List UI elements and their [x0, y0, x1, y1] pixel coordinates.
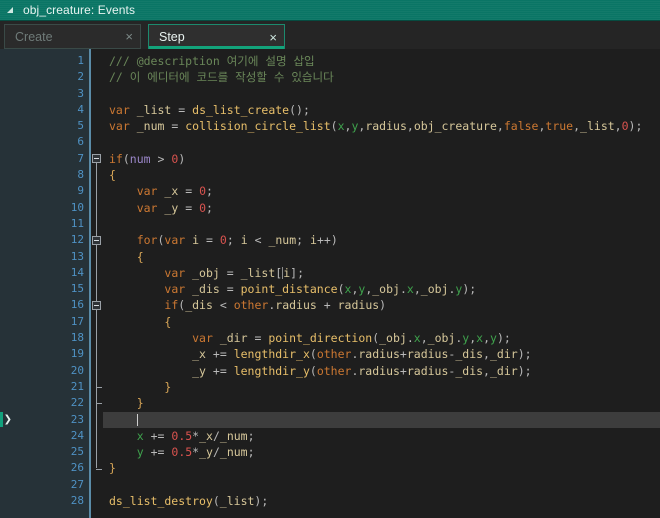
- code-line[interactable]: {: [103, 167, 660, 183]
- line-number: 23: [12, 412, 89, 428]
- line-number: 2: [12, 69, 89, 85]
- tab-step-label: Step: [159, 30, 185, 44]
- line-number: 13: [12, 249, 89, 265]
- tab-create-close-icon[interactable]: ×: [125, 30, 133, 43]
- line-number: 10: [12, 200, 89, 216]
- line-number: 19: [12, 346, 89, 362]
- window-title: obj_creature: Events: [23, 3, 135, 17]
- line-number: 12: [12, 232, 89, 248]
- code-line[interactable]: if(num > 0): [103, 151, 660, 167]
- line-number: 1: [12, 53, 89, 69]
- code-line[interactable]: /// @description 여기에 설명 삽입: [103, 53, 660, 69]
- code-line[interactable]: [103, 216, 660, 232]
- line-number: 5: [12, 118, 89, 134]
- chevron-right-icon: ❯: [4, 415, 12, 425]
- code-fold-column[interactable]: [91, 49, 103, 518]
- fold-guide-end: [96, 469, 102, 470]
- line-number: 17: [12, 314, 89, 330]
- fold-collapse-icon[interactable]: [92, 301, 101, 310]
- line-number: 24: [12, 428, 89, 444]
- code-editor-window: obj_creature: Events Create × Step × ❯ 1…: [0, 0, 660, 518]
- code-line[interactable]: }: [103, 395, 660, 411]
- current-line-bar: [0, 412, 3, 427]
- line-number: 20: [12, 363, 89, 379]
- line-number: 26: [12, 460, 89, 476]
- code-line[interactable]: [103, 134, 660, 150]
- line-number: 7: [12, 151, 89, 167]
- code-line[interactable]: [103, 477, 660, 493]
- code-editor-area[interactable]: ❯ 12345678910111213141516171819202122232…: [0, 49, 660, 518]
- code-line[interactable]: [103, 86, 660, 102]
- fold-guide-line: [96, 306, 97, 388]
- line-number: 25: [12, 444, 89, 460]
- tab-create[interactable]: Create ×: [4, 24, 141, 49]
- line-number: 11: [12, 216, 89, 232]
- line-number: 22: [12, 395, 89, 411]
- tab-create-label: Create: [15, 30, 53, 44]
- line-number: 21: [12, 379, 89, 395]
- triangle-collapse-icon[interactable]: [6, 4, 18, 16]
- line-number: 6: [12, 134, 89, 150]
- code-line[interactable]: _x += lengthdir_x(other.radius+radius-_d…: [103, 346, 660, 362]
- code-line[interactable]: x += 0.5*_x/_num;: [103, 428, 660, 444]
- code-line[interactable]: var _dis = point_distance(x,y,_obj.x,_ob…: [103, 281, 660, 297]
- line-number: 8: [12, 167, 89, 183]
- line-number: 9: [12, 183, 89, 199]
- code-line[interactable]: var _list = ds_list_create();: [103, 102, 660, 118]
- line-number: 15: [12, 281, 89, 297]
- code-line[interactable]: // 이 에디터에 코드를 작성할 수 있습니다: [103, 69, 660, 85]
- code-line[interactable]: if(_dis < other.radius + radius): [103, 297, 660, 313]
- tab-step-close-icon[interactable]: ×: [269, 31, 277, 44]
- code-line[interactable]: for(var i = 0; i < _num; i++): [103, 232, 660, 248]
- window-titlebar: obj_creature: Events: [0, 0, 660, 21]
- event-tab-strip: Create × Step ×: [0, 21, 660, 49]
- fold-collapse-icon[interactable]: [92, 154, 101, 163]
- code-line[interactable]: }: [103, 460, 660, 476]
- code-line[interactable]: [103, 412, 660, 428]
- code-text-surface[interactable]: /// @description 여기에 설명 삽입// 이 에디터에 코드를 …: [103, 49, 660, 518]
- code-line[interactable]: }: [103, 379, 660, 395]
- code-line[interactable]: var _num = collision_circle_list(x,y,rad…: [103, 118, 660, 134]
- breakpoint-marker-strip[interactable]: ❯: [0, 49, 12, 518]
- line-number: 18: [12, 330, 89, 346]
- code-line[interactable]: {: [103, 314, 660, 330]
- line-number: 4: [12, 102, 89, 118]
- line-number: 16: [12, 297, 89, 313]
- fold-collapse-icon[interactable]: [92, 236, 101, 245]
- tab-step[interactable]: Step ×: [148, 24, 285, 49]
- line-number: 28: [12, 493, 89, 509]
- line-number: 14: [12, 265, 89, 281]
- line-number: 3: [12, 86, 89, 102]
- code-line[interactable]: var _obj = _list[i];: [103, 265, 660, 281]
- code-line[interactable]: var _y = 0;: [103, 200, 660, 216]
- line-number: 27: [12, 477, 89, 493]
- code-line[interactable]: {: [103, 249, 660, 265]
- code-line[interactable]: var _x = 0;: [103, 183, 660, 199]
- fold-guide-end: [96, 403, 102, 404]
- line-number-gutter: 1234567891011121314151617181920212223242…: [12, 49, 91, 518]
- code-line[interactable]: y += 0.5*_y/_num;: [103, 444, 660, 460]
- code-line[interactable]: _y += lengthdir_y(other.radius+radius-_d…: [103, 363, 660, 379]
- code-line-list: /// @description 여기에 설명 삽입// 이 에디터에 코드를 …: [103, 53, 660, 509]
- code-line[interactable]: var _dir = point_direction(_obj.x,_obj.y…: [103, 330, 660, 346]
- current-line-arrow-icon: ❯: [0, 412, 12, 428]
- code-line[interactable]: ds_list_destroy(_list);: [103, 493, 660, 509]
- fold-guide-end: [96, 387, 102, 388]
